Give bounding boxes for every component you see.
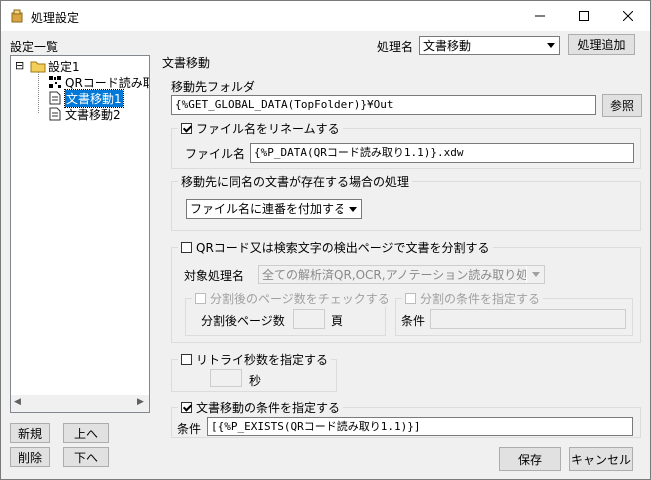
document-icon: [49, 107, 61, 121]
filename-input[interactable]: {%P_DATA(QRコード読み取り1.1)}.xdw: [250, 143, 634, 163]
rename-checkbox[interactable]: ファイル名をリネームする: [178, 120, 343, 137]
filename-label: ファイル名: [185, 147, 246, 161]
close-button[interactable]: [606, 1, 650, 31]
dest-folder-label: 移動先フォルダ: [171, 80, 256, 94]
duplicate-action-value: ファイル名に連番を付加する: [190, 202, 347, 216]
split-condition-input[interactable]: [430, 309, 626, 329]
checkbox-unchecked-icon: [195, 293, 206, 304]
move-condition-label: 条件: [177, 422, 202, 436]
tree-line: [38, 72, 40, 113]
process-name-label: 処理名: [377, 40, 414, 54]
target-process-select[interactable]: 全ての解析済QR,OCR,アノテーション読み取り処理: [258, 265, 545, 284]
retry-checkbox-label: リトライ秒数を指定する: [196, 353, 329, 367]
title-bar: 処理設定: [1, 1, 650, 31]
tree-item-label: 設定1: [48, 59, 80, 74]
save-button[interactable]: 保存: [499, 447, 561, 471]
tree-item-docmove2[interactable]: 文書移動2: [48, 106, 121, 122]
process-name-select[interactable]: 文書移動: [419, 36, 560, 55]
chevron-down-icon: [541, 37, 559, 54]
scroll-right-icon[interactable]: ▶: [137, 397, 144, 407]
tree-item-docmove1[interactable]: 文書移動1: [48, 88, 124, 108]
split-condition-checkbox[interactable]: 分割の条件を指定する: [402, 290, 544, 307]
move-up-button[interactable]: 上へ: [63, 423, 109, 443]
tree-item-qr[interactable]: QRコード読み取: [48, 74, 150, 90]
page-count-label: 分割後ページ数: [201, 314, 285, 328]
page-count-checkbox-label: 分割後のページ数をチェックする: [210, 292, 390, 306]
tree-item-label: 文書移動1: [64, 88, 124, 108]
minimize-icon: [535, 15, 545, 17]
settings-list-header: 設定一覧: [10, 40, 59, 54]
move-condition-checkbox-label: 文書移動の条件を指定する: [196, 401, 341, 415]
duplicate-group-label: 移動先に同名の文書が存在する場合の処理: [178, 173, 413, 190]
split-checkbox-label: QRコード又は検索文字の検出ページで文書を分割する: [196, 241, 490, 255]
qr-code-icon: [48, 75, 62, 89]
checkbox-checked-icon: [181, 123, 192, 134]
window-title: 処理設定: [31, 11, 80, 25]
tree-item-label: QRコード読み取: [65, 75, 150, 90]
scroll-left-icon[interactable]: ◀: [14, 397, 21, 407]
new-button[interactable]: 新規: [10, 423, 50, 443]
tree-item-label: 文書移動2: [65, 107, 121, 122]
checkbox-unchecked-icon: [405, 293, 416, 304]
retry-checkbox[interactable]: リトライ秒数を指定する: [178, 351, 332, 368]
document-icon: [49, 91, 61, 105]
maximize-button[interactable]: [562, 1, 606, 31]
page-count-input[interactable]: [293, 309, 325, 329]
app-icon: [11, 9, 23, 23]
split-condition-label: 条件: [401, 314, 426, 328]
delete-button[interactable]: 削除: [10, 447, 50, 467]
checkbox-unchecked-icon: [181, 354, 192, 365]
section-title: 文書移動: [162, 56, 211, 70]
folder-icon: [30, 61, 46, 73]
page-unit-label: 頁: [331, 314, 344, 328]
checkbox-checked-icon: [181, 402, 192, 413]
move-condition-checkbox[interactable]: 文書移動の条件を指定する: [178, 399, 344, 416]
minimize-button[interactable]: [518, 1, 562, 31]
target-process-label: 対象処理名: [184, 269, 245, 283]
page-count-checkbox[interactable]: 分割後のページ数をチェックする: [192, 290, 393, 307]
close-icon: [623, 11, 633, 21]
chevron-down-icon: [526, 266, 544, 283]
settings-window: 処理設定 設定一覧 ⊟ 設定1 QRコード読み取 文書移動1 文書移動2 ◀ ▶…: [0, 0, 651, 480]
dest-folder-input[interactable]: {%GET_GLOBAL_DATA(TopFolder)}¥Out: [171, 95, 596, 115]
retry-seconds-input[interactable]: [210, 369, 242, 387]
horizontal-scrollbar[interactable]: ◀ ▶: [11, 395, 149, 412]
chevron-down-icon: [343, 200, 361, 218]
cancel-button[interactable]: キャンセル: [569, 447, 633, 471]
move-condition-input[interactable]: [{%P_EXISTS(QRコード読み取り1.1)}]: [207, 417, 633, 436]
move-down-button[interactable]: 下へ: [63, 447, 109, 467]
settings-tree[interactable]: ⊟ 設定1 QRコード読み取 文書移動1 文書移動2 ◀ ▶: [10, 55, 150, 413]
collapse-icon[interactable]: ⊟: [15, 59, 24, 72]
target-process-value: 全ての解析済QR,OCR,アノテーション読み取り処理: [262, 268, 541, 282]
checkbox-unchecked-icon: [181, 242, 192, 253]
split-checkbox[interactable]: QRコード又は検索文字の検出ページで文書を分割する: [178, 239, 493, 256]
rename-checkbox-label: ファイル名をリネームする: [196, 122, 340, 136]
duplicate-action-select[interactable]: ファイル名に連番を付加する: [186, 199, 362, 219]
split-condition-checkbox-label: 分割の条件を指定する: [420, 292, 541, 306]
maximize-icon: [579, 11, 589, 21]
add-process-button[interactable]: 処理追加: [568, 34, 635, 55]
process-name-value: 文書移動: [423, 39, 472, 53]
retry-unit-label: 秒: [249, 374, 262, 388]
browse-button[interactable]: 参照: [602, 94, 642, 117]
